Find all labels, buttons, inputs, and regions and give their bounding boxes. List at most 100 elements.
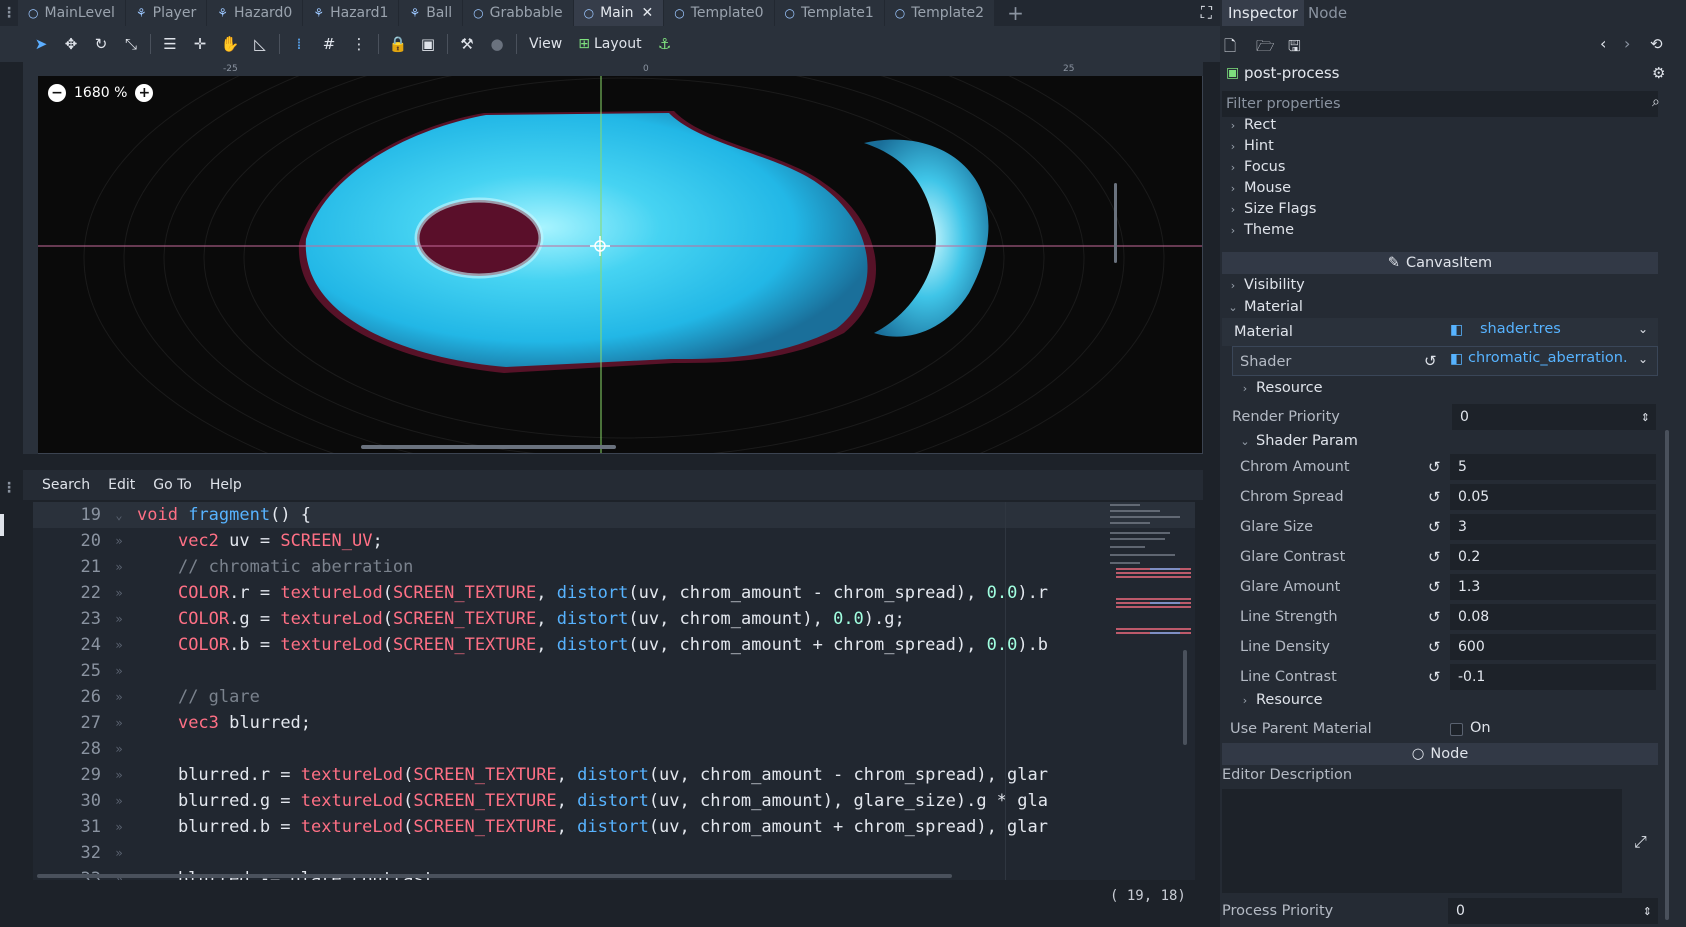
panel-grip-icon[interactable]: ⋮ [2, 480, 16, 496]
revert-icon[interactable]: ↺ [1424, 352, 1437, 370]
object-properties-icon[interactable]: ⚙ [1652, 64, 1665, 82]
scene-tab-hazard1[interactable]: ⚘ Hazard1 [303, 0, 399, 26]
param-value-field[interactable]: -0.1 [1450, 664, 1656, 690]
tab-inspector[interactable]: Inspector [1222, 0, 1304, 26]
code-line[interactable]: 25 » [33, 658, 1195, 684]
code-line[interactable]: 23 » COLOR.g = textureLod(SCREEN_TEXTURE,… [33, 606, 1195, 632]
revert-icon[interactable]: ↺ [1428, 638, 1441, 656]
revert-icon[interactable]: ↺ [1428, 458, 1441, 476]
param-value-field[interactable]: 0.08 [1450, 604, 1656, 630]
shader-param-resource-group[interactable]: › Resource [1234, 689, 1674, 711]
open-resource-icon[interactable]: 🗁 [1256, 36, 1275, 61]
group-mouse[interactable]: › Mouse [1222, 177, 1662, 199]
pivot-mode-icon[interactable]: ✛ [185, 30, 215, 58]
code-line[interactable]: 32 » [33, 840, 1195, 866]
expand-icon[interactable]: ⤢ [1634, 832, 1647, 852]
scene-tab-template2[interactable]: ○ Template2 [884, 0, 995, 26]
select-mode-icon[interactable]: ➤ [26, 30, 56, 58]
close-tab-icon[interactable]: ✕ [642, 5, 654, 21]
list-select-icon[interactable]: ☰ [155, 30, 185, 58]
code-line[interactable]: 21 » // chromatic aberration [33, 554, 1195, 580]
code-line[interactable]: 27 » vec3 blurred; [33, 710, 1195, 736]
group-theme[interactable]: › Theme [1222, 219, 1662, 241]
rotate-mode-icon[interactable]: ↻ [86, 30, 116, 58]
group-material[interactable]: ⌄ Material [1222, 296, 1662, 318]
revert-icon[interactable]: ↺ [1428, 578, 1441, 596]
node-name[interactable]: post-process [1244, 64, 1339, 82]
chevron-down-icon[interactable]: ⌄ [1638, 352, 1648, 366]
code-line[interactable]: 26 » // glare [33, 684, 1195, 710]
save-resource-icon[interactable]: 🖫 [1288, 36, 1301, 61]
group-hint[interactable]: › Hint [1222, 135, 1662, 157]
shader-resource-group[interactable]: › Resource [1234, 377, 1674, 399]
history-forward-icon[interactable]: › [1624, 34, 1630, 53]
scene-tab-template1[interactable]: ○ Template1 [774, 0, 884, 26]
history-back-icon[interactable]: ‹ [1600, 34, 1606, 53]
camera-override-icon[interactable]: ● [482, 30, 512, 58]
render-priority-spinbox[interactable]: 0 ⇕ [1452, 404, 1656, 430]
group-visibility[interactable]: › Visibility [1222, 274, 1662, 296]
add-tab-icon[interactable]: + [1007, 1, 1024, 25]
revert-icon[interactable]: ↺ [1428, 668, 1441, 686]
code-line[interactable]: 31 » blurred.b = textureLod(SCREEN_TEXTUR… [33, 814, 1195, 840]
layout-menu[interactable]: ⊞ Layout [570, 36, 649, 52]
menu-search[interactable]: Search [33, 477, 99, 493]
menu-edit[interactable]: Edit [99, 477, 144, 493]
fold-icon[interactable]: ⌄ [101, 508, 137, 522]
spin-arrows-icon[interactable]: ⇕ [1641, 411, 1650, 424]
menu-goto[interactable]: Go To [144, 477, 201, 493]
param-value-field[interactable]: 5 [1450, 454, 1656, 480]
viewport-v-scrollbar[interactable] [1114, 183, 1117, 263]
editor-description-textarea[interactable] [1222, 789, 1622, 893]
zoom-out-icon[interactable]: − [48, 84, 66, 102]
zoom-in-icon[interactable]: + [135, 84, 154, 102]
new-resource-icon[interactable]: 🗋 [1224, 36, 1236, 61]
use-parent-checkbox[interactable] [1450, 723, 1463, 736]
code-h-scrollbar[interactable] [37, 874, 952, 878]
code-minimap[interactable] [1110, 502, 1195, 652]
param-value-field[interactable]: 1.3 [1450, 574, 1656, 600]
inspector-scrollbar[interactable] [1665, 430, 1669, 920]
param-value-field[interactable]: 0.2 [1450, 544, 1656, 570]
zoom-level[interactable]: 1680 % [74, 85, 127, 101]
code-line[interactable]: 19 ⌄ void fragment() { [33, 502, 1195, 528]
ruler-mode-icon[interactable]: ◺ [245, 30, 275, 58]
dock-menu-icon[interactable]: ⋮ [0, 5, 18, 21]
lock-icon[interactable]: 🔒 [383, 30, 413, 58]
code-line[interactable]: 29 » blurred.r = textureLod(SCREEN_TEXTUR… [33, 762, 1195, 788]
distraction-free-icon[interactable]: ⛶ [1201, 3, 1212, 23]
shader-value[interactable]: chromatic_aberration. [1468, 350, 1628, 366]
tab-node[interactable]: Node [1302, 0, 1353, 26]
scene-tab-ball[interactable]: ⚘ Ball [399, 0, 463, 26]
move-mode-icon[interactable]: ✥ [56, 30, 86, 58]
bones-icon[interactable]: ⚒ [452, 30, 482, 58]
code-line[interactable]: 24 » COLOR.b = textureLod(SCREEN_TEXTURE,… [33, 632, 1195, 658]
revert-icon[interactable]: ↺ [1428, 548, 1441, 566]
code-line[interactable]: 28 » [33, 736, 1195, 762]
menu-help[interactable]: Help [201, 477, 251, 493]
revert-icon[interactable]: ↺ [1428, 608, 1441, 626]
canvas-viewport[interactable] [23, 62, 1203, 454]
pan-mode-icon[interactable]: ✋ [215, 30, 245, 58]
revert-icon[interactable]: ↺ [1428, 488, 1441, 506]
grid-snap-icon[interactable]: # [314, 30, 344, 58]
smart-snap-icon[interactable]: ⁞ [284, 30, 314, 58]
group-focus[interactable]: › Focus [1222, 156, 1662, 178]
scene-tab-player[interactable]: ⚘ Player [125, 0, 207, 26]
scene-tab-template0[interactable]: ○ Template0 [664, 0, 774, 26]
code-editor[interactable]: 19 ⌄ void fragment() {20 » vec2 uv = SCREEN… [33, 502, 1195, 880]
scene-tab-mainlevel[interactable]: ○ MainLevel [18, 0, 125, 26]
param-value-field[interactable]: 600 [1450, 634, 1656, 660]
scene-tab-hazard0[interactable]: ⚘ Hazard0 [207, 0, 303, 26]
group-size-flags[interactable]: › Size Flags [1222, 198, 1662, 220]
material-value[interactable]: shader.tres [1480, 321, 1561, 337]
shader-param-group[interactable]: ⌄ Shader Param [1234, 430, 1674, 452]
code-v-scrollbar[interactable] [1183, 650, 1187, 745]
code-line[interactable]: 22 » COLOR.r = textureLod(SCREEN_TEXTURE,… [33, 580, 1195, 606]
group-rect[interactable]: › Rect [1222, 114, 1662, 136]
code-line[interactable]: 20 » vec2 uv = SCREEN_UV; [33, 528, 1195, 554]
param-value-field[interactable]: 0.05 [1450, 484, 1656, 510]
process-priority-spinbox[interactable]: 0 ⇕ [1448, 898, 1658, 924]
chevron-down-icon[interactable]: ⌄ [1638, 322, 1648, 336]
view-menu[interactable]: View [521, 36, 570, 52]
